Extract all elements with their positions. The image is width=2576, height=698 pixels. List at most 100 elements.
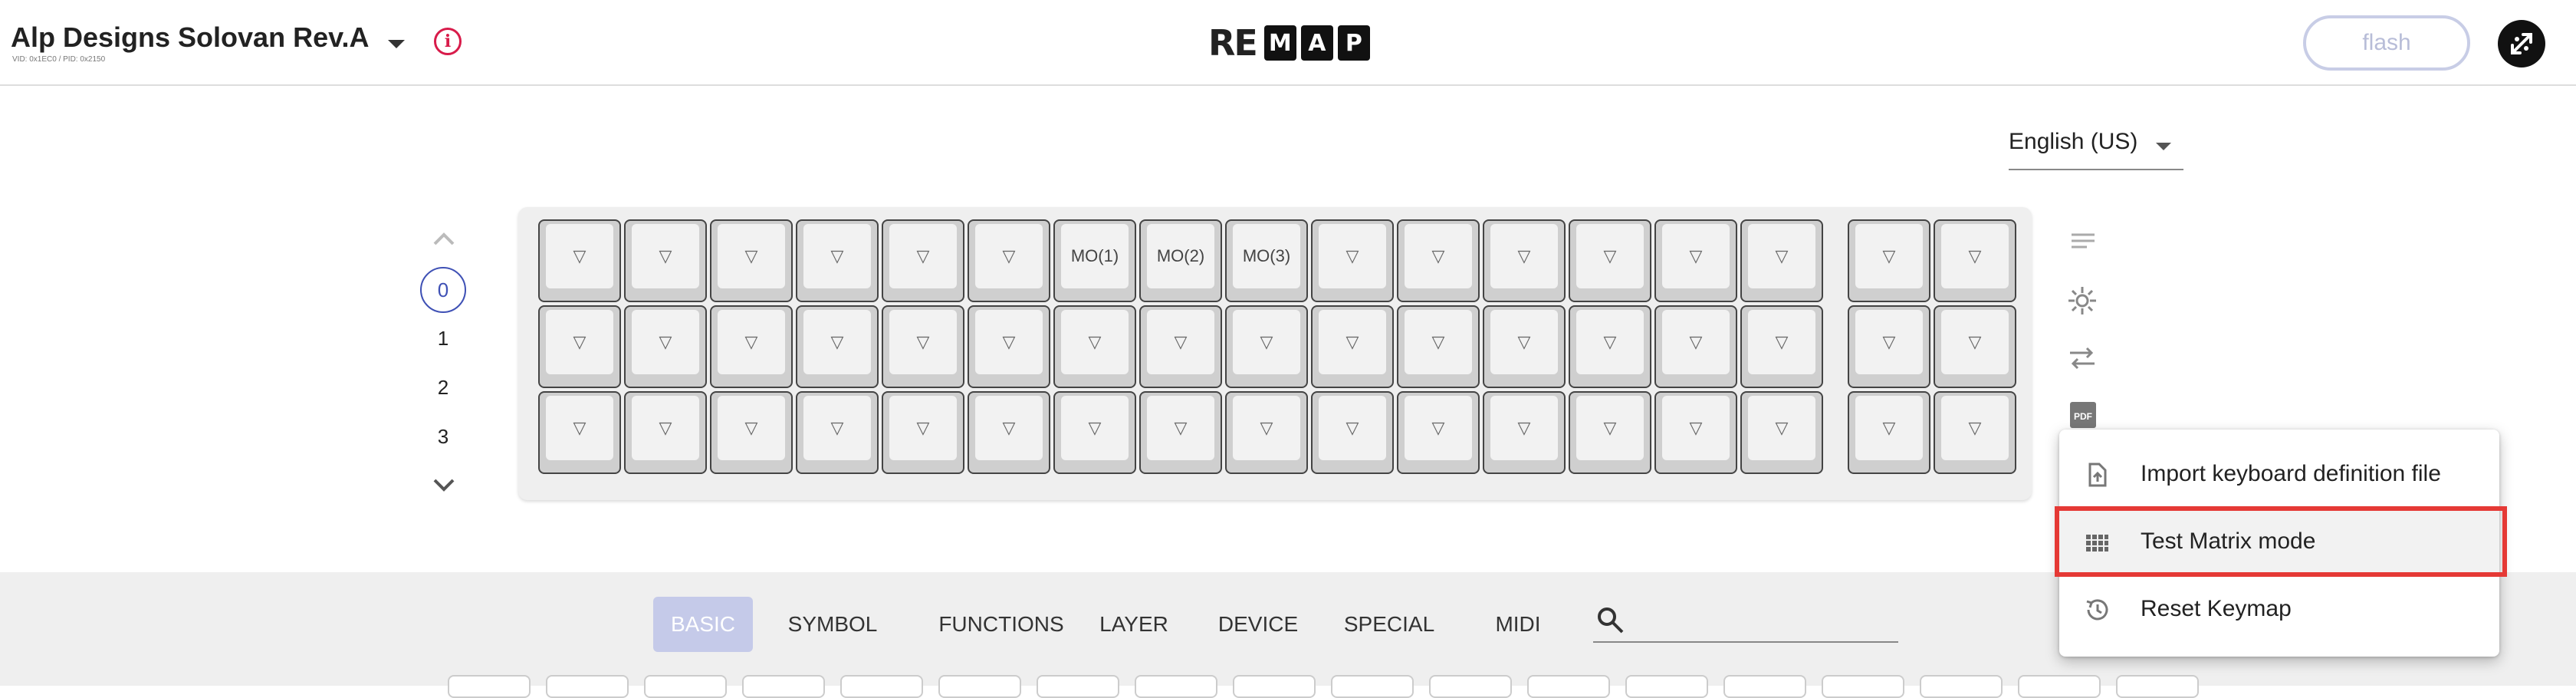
key-r2-c12[interactable]: ▽ — [1569, 391, 1651, 474]
menu-item-reset-keymap[interactable]: Reset Keymap — [2059, 575, 2499, 643]
key-r2-c10[interactable]: ▽ — [1397, 391, 1480, 474]
tab-device[interactable]: DEVICE — [1208, 597, 1308, 652]
key-r2-c7[interactable]: ▽ — [1139, 391, 1222, 474]
key-r0-c14[interactable]: ▽ — [1740, 219, 1823, 302]
key-r1-c12[interactable]: ▽ — [1569, 305, 1651, 388]
key-r1-c6[interactable]: ▽ — [1053, 305, 1136, 388]
key-r0-c1[interactable]: ▽ — [624, 219, 707, 302]
search-input[interactable] — [1593, 641, 1898, 643]
palette-key[interactable] — [1723, 675, 1806, 698]
key-label: ▽ — [975, 310, 1043, 374]
palette-key[interactable] — [1625, 675, 1708, 698]
key-r1-c4[interactable]: ▽ — [882, 305, 964, 388]
key-r0-c2[interactable]: ▽ — [710, 219, 793, 302]
swap-icon[interactable] — [2065, 342, 2104, 376]
key-r1-c7[interactable]: ▽ — [1139, 305, 1222, 388]
key-r1-c11[interactable]: ▽ — [1483, 305, 1566, 388]
search-icon[interactable] — [1595, 604, 1625, 639]
layer-1-button[interactable]: 1 — [420, 327, 466, 351]
palette-key[interactable] — [1822, 675, 1904, 698]
key-r2-c13[interactable]: ▽ — [1654, 391, 1737, 474]
key-r0-c10[interactable]: ▽ — [1397, 219, 1480, 302]
key-r2-c14[interactable]: ▽ — [1740, 391, 1823, 474]
palette-key[interactable] — [1429, 675, 1512, 698]
key-r1-c14[interactable]: ▽ — [1740, 305, 1823, 388]
key-r0-c15[interactable]: ▽ — [1848, 219, 1930, 302]
palette-key[interactable] — [1233, 675, 1316, 698]
key-r0-c6[interactable]: MO(1) — [1053, 219, 1136, 302]
tab-functions[interactable]: FUNCTIONS — [917, 597, 1086, 652]
key-r0-c4[interactable]: ▽ — [882, 219, 964, 302]
keyboard-name[interactable]: Alp Designs Solovan Rev.A — [11, 21, 369, 54]
palette-key[interactable] — [1920, 675, 2003, 698]
layer-2-button[interactable]: 2 — [420, 376, 466, 400]
key-r2-c6[interactable]: ▽ — [1053, 391, 1136, 474]
key-r1-c10[interactable]: ▽ — [1397, 305, 1480, 388]
key-r2-c3[interactable]: ▽ — [796, 391, 879, 474]
key-r0-c12[interactable]: ▽ — [1569, 219, 1651, 302]
palette-key[interactable] — [644, 675, 727, 698]
key-r0-c0[interactable]: ▽ — [538, 219, 621, 302]
key-r1-c0[interactable]: ▽ — [538, 305, 621, 388]
key-r2-c1[interactable]: ▽ — [624, 391, 707, 474]
key-r0-c9[interactable]: ▽ — [1311, 219, 1394, 302]
key-label: ▽ — [1061, 310, 1129, 374]
key-r2-c15[interactable]: ▽ — [1848, 391, 1930, 474]
key-r1-c13[interactable]: ▽ — [1654, 305, 1737, 388]
key-r2-c11[interactable]: ▽ — [1483, 391, 1566, 474]
info-icon[interactable]: i — [434, 28, 462, 55]
key-r2-c16[interactable]: ▽ — [1934, 391, 2016, 474]
palette-key[interactable] — [1037, 675, 1119, 698]
key-r2-c5[interactable]: ▽ — [968, 391, 1050, 474]
key-r1-c15[interactable]: ▽ — [1848, 305, 1930, 388]
palette-key[interactable] — [938, 675, 1021, 698]
pdf-icon[interactable]: PDF — [2065, 399, 2104, 433]
layer-0-button[interactable]: 0 — [420, 267, 466, 313]
key-r2-c8[interactable]: ▽ — [1225, 391, 1308, 474]
palette-key[interactable] — [546, 675, 629, 698]
key-r0-c7[interactable]: MO(2) — [1139, 219, 1222, 302]
key-r1-c16[interactable]: ▽ — [1934, 305, 2016, 388]
palette-key[interactable] — [1527, 675, 1610, 698]
key-r0-c8[interactable]: MO(3) — [1225, 219, 1308, 302]
key-r1-c5[interactable]: ▽ — [968, 305, 1050, 388]
lines-icon[interactable] — [2065, 229, 2104, 262]
palette-key[interactable] — [1135, 675, 1217, 698]
key-r0-c3[interactable]: ▽ — [796, 219, 879, 302]
tab-basic[interactable]: BASIC — [653, 597, 753, 652]
key-r1-c2[interactable]: ▽ — [710, 305, 793, 388]
key-r2-c4[interactable]: ▽ — [882, 391, 964, 474]
palette-key[interactable] — [1331, 675, 1414, 698]
palette-key[interactable] — [2116, 675, 2199, 698]
layer-up-icon[interactable] — [431, 230, 457, 252]
key-r2-c9[interactable]: ▽ — [1311, 391, 1394, 474]
keyboard-dropdown-icon[interactable] — [388, 40, 405, 48]
key-r0-c11[interactable]: ▽ — [1483, 219, 1566, 302]
key-r2-c2[interactable]: ▽ — [710, 391, 793, 474]
tab-special[interactable]: SPECIAL — [1337, 597, 1441, 652]
palette-key[interactable] — [2018, 675, 2101, 698]
layer-3-button[interactable]: 3 — [420, 425, 466, 449]
key-r0-c16[interactable]: ▽ — [1934, 219, 2016, 302]
layer-down-icon[interactable] — [431, 476, 457, 498]
key-r0-c13[interactable]: ▽ — [1654, 219, 1737, 302]
tab-symbol[interactable]: SYMBOL — [774, 597, 891, 652]
remap-logo: RE M A P — [1208, 22, 1370, 64]
key-r0-c5[interactable]: ▽ — [968, 219, 1050, 302]
tab-layer[interactable]: LAYER — [1089, 597, 1179, 652]
key-r1-c8[interactable]: ▽ — [1225, 305, 1308, 388]
language-select[interactable]: English (US) — [2009, 129, 2183, 170]
key-r1-c1[interactable]: ▽ — [624, 305, 707, 388]
key-r1-c9[interactable]: ▽ — [1311, 305, 1394, 388]
palette-key[interactable] — [448, 675, 531, 698]
key-r2-c0[interactable]: ▽ — [538, 391, 621, 474]
palette-key[interactable] — [742, 675, 825, 698]
tab-midi[interactable]: MIDI — [1478, 597, 1558, 652]
menu-item-import-definition[interactable]: Import keyboard definition file — [2059, 440, 2499, 508]
key-label: ▽ — [1576, 310, 1644, 374]
connection-avatar-icon[interactable] — [2498, 20, 2545, 67]
brightness-icon[interactable] — [2065, 284, 2104, 318]
palette-key[interactable] — [840, 675, 923, 698]
key-r1-c3[interactable]: ▽ — [796, 305, 879, 388]
flash-button[interactable]: flash — [2303, 15, 2470, 71]
